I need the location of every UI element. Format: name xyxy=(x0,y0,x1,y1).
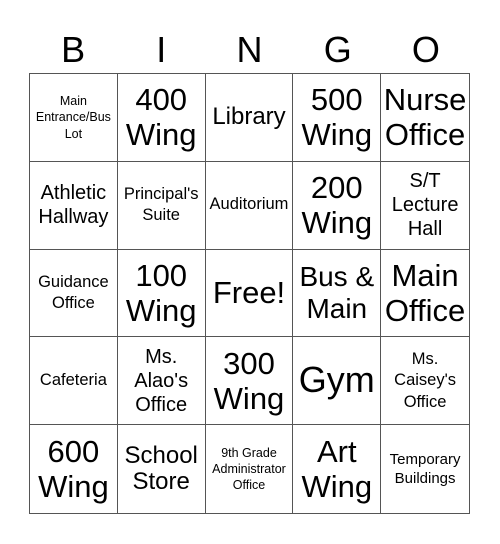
header-letter-n: N xyxy=(236,29,263,70)
bingo-cell[interactable]: Bus & Main xyxy=(293,249,382,338)
bingo-cell[interactable]: Guidance Office xyxy=(30,249,118,338)
bingo-cell[interactable]: Athletic Hallway xyxy=(30,161,118,250)
bingo-cell[interactable]: 500 Wing xyxy=(293,74,382,162)
bingo-cell[interactable]: Main Entrance/Bus Lot xyxy=(30,74,118,162)
bingo-cell[interactable]: 300 Wing xyxy=(205,337,294,426)
bingo-cell[interactable]: Art Wing xyxy=(293,425,382,513)
bingo-cell[interactable]: Ms. Caisey's Office xyxy=(381,337,469,426)
bingo-cell[interactable]: 9th Grade Administrator Office xyxy=(206,425,294,513)
header-letter-i: I xyxy=(156,29,167,70)
bingo-cell[interactable]: 100 Wing xyxy=(117,249,206,338)
bingo-cell[interactable]: Nurse Office xyxy=(381,74,469,162)
bingo-cell[interactable]: Principal's Suite xyxy=(117,161,206,250)
bingo-cell[interactable]: Library xyxy=(205,74,294,162)
bingo-cell[interactable]: 200 Wing xyxy=(293,161,382,250)
free-space-cell[interactable]: Free! xyxy=(205,249,294,338)
bingo-cell[interactable]: 600 Wing xyxy=(30,425,118,513)
bingo-cell[interactable]: Gym xyxy=(293,337,382,426)
bingo-card-grid: Main Entrance/Bus Lot 400 Wing Library 5… xyxy=(29,73,470,514)
bingo-cell[interactable]: Cafeteria xyxy=(30,337,118,426)
bingo-cell[interactable]: 400 Wing xyxy=(117,74,206,162)
header-letter-o: O xyxy=(411,29,440,70)
bingo-cell[interactable]: School Store xyxy=(118,425,206,513)
header-letter-b: B xyxy=(61,29,86,70)
bingo-cell[interactable]: S/T Lecture Hall xyxy=(381,162,469,250)
bingo-header: B I N G O xyxy=(29,28,470,72)
bingo-cell[interactable]: Main Office xyxy=(381,250,469,338)
bingo-cell[interactable]: Auditorium xyxy=(205,161,294,250)
bingo-cell[interactable]: Temporary Buildings xyxy=(381,425,469,513)
bingo-cell[interactable]: Ms. Alao's Office xyxy=(117,337,206,426)
header-letter-g: G xyxy=(323,29,352,70)
